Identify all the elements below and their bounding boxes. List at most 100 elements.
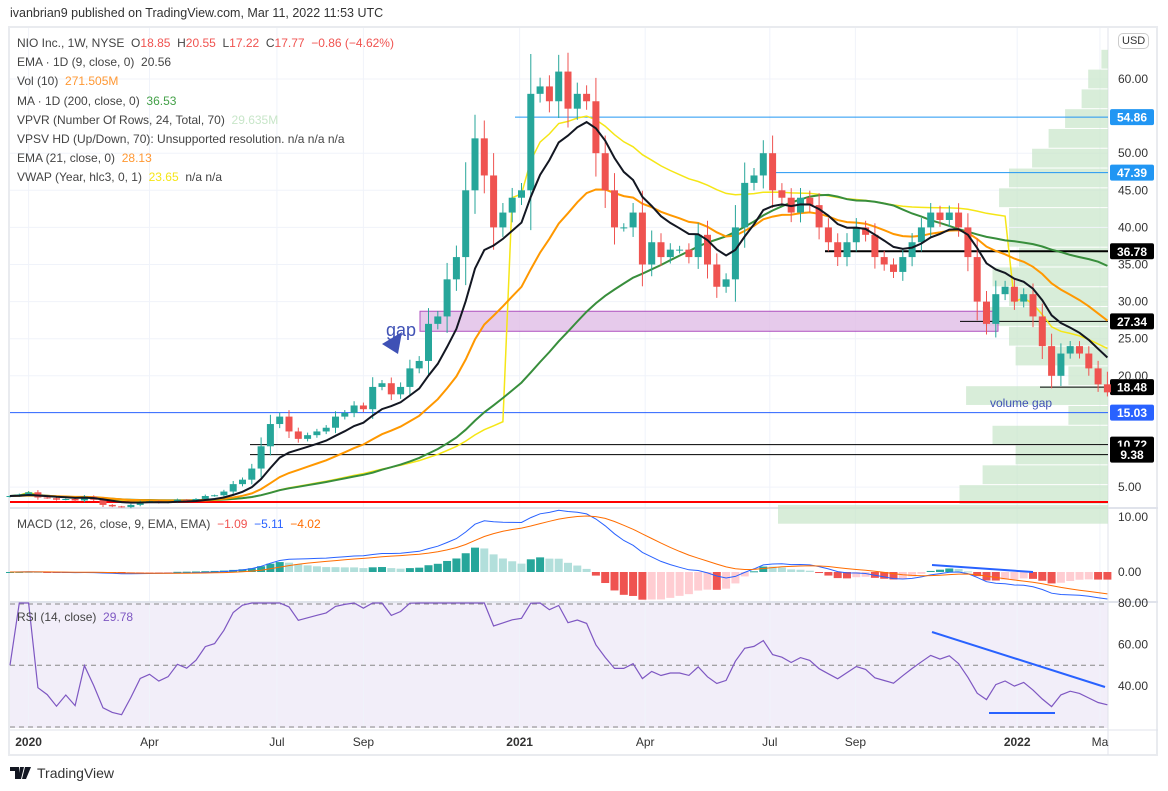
macd-value: −5.11 [254,517,284,531]
ema9-label: EMA · 1D (9, close, 0) [17,55,135,70]
candle-body [741,182,749,228]
footer-brand: TradingView [37,765,115,781]
macd-tick-label: 10.00 [1118,510,1148,524]
price-tick-label: 35.00 [1118,258,1148,272]
macd-histogram-bar [396,568,405,572]
macd-histogram-bar [1010,572,1019,580]
macd-histogram-bar [629,572,638,596]
price-level-label: 15.03 [1117,406,1147,420]
macd-histogram-bar [1075,572,1084,580]
macd-histogram-bar [805,570,814,572]
candle-body [917,227,925,243]
close-value: 17.77 [274,36,305,50]
macd-histogram-bar [657,572,665,600]
macd-histogram-bar [508,561,517,572]
macd-histogram-bar [340,567,349,572]
macd-histogram-bar [452,558,461,572]
candle-body [992,294,1000,324]
legend-vpsv[interactable]: VPSV HD (Up/Down, 70): Unsupported resol… [17,130,394,149]
macd-histogram-bar [564,562,572,572]
macd-histogram-bar [1103,572,1112,580]
ma200-value: 36.53 [146,93,177,108]
candle-body [313,431,321,436]
tradingview-logo[interactable]: TradingView [10,765,114,781]
candle-body [936,212,944,220]
vol-value: 271.505M [65,74,119,89]
candle-body [731,227,739,280]
candle-body [871,234,879,258]
macd-histogram-bar [684,572,693,595]
volume-profile-row [1068,366,1108,386]
legend-vol[interactable]: Vol (10) 271.505M [17,72,394,91]
vol-label: Vol (10) [17,74,59,89]
macd-histogram-bar [796,569,805,572]
rsi-legend[interactable]: RSI (14, close) 29.78 [17,610,133,624]
macd-histogram-bar [1019,572,1028,579]
price-level-label: 27.34 [1117,315,1147,329]
time-tick-label: Apr [140,735,159,749]
candle-body [945,212,953,220]
macd-histogram-bar [424,565,433,572]
candle-body [694,234,702,258]
macd-histogram-bar [498,558,507,572]
price-level-label: 54.86 [1117,111,1147,125]
candle-body [843,242,851,258]
candle-body [1076,346,1083,354]
candle-body [294,431,302,439]
candle-body [239,479,246,485]
macd-histogram-bar [285,562,293,572]
legend-ema9[interactable]: EMA · 1D (9, close, 0) 20.56 [17,53,394,72]
candle-body [620,227,628,229]
candle-body [53,498,60,500]
macd-histogram-bar [322,567,331,572]
macd-histogram-bar [480,548,489,572]
macd-histogram-bar [1066,572,1075,582]
rsi-tick-label: 60.00 [1118,638,1148,652]
candle-body [406,368,414,387]
candle-body [536,86,544,94]
candle-body [638,212,646,265]
candle-body [266,424,274,447]
currency-button[interactable]: USD [1118,33,1150,49]
candle-body [490,175,498,228]
legend-ma200[interactable]: MA · 1D (200, close, 0) 36.53 [17,92,394,111]
macd-histogram-bar [331,567,340,572]
macd-hist-value: −1.09 [217,517,248,531]
candle-body [304,435,312,439]
candle-body [648,242,656,265]
candle-body [555,71,563,102]
rsi-label: RSI (14, close) [17,610,97,624]
legend-ema21[interactable]: EMA (21, close, 0) 28.13 [17,149,394,168]
candle-body [759,153,767,176]
macd-histogram-bar [461,553,470,572]
candle-body [387,383,395,395]
candle-body [1038,316,1046,347]
macd-histogram-bar [666,572,675,598]
candle-body [211,495,219,497]
rsi-tick-label: 80.00 [1118,596,1148,610]
macd-histogram-bar [443,560,452,572]
candle-body [1001,286,1009,295]
macd-histogram-bar [582,568,591,572]
macd-histogram-bar [368,567,377,572]
macd-histogram-bar [387,568,396,572]
macd-histogram-bar [359,568,368,572]
macd-histogram-bar [517,563,526,572]
candle-body [1010,286,1018,302]
rsi-tick-label: 40.00 [1118,679,1148,693]
volume-profile-row [1088,69,1108,89]
macd-histogram-bar [1084,572,1093,580]
candle-body [71,498,79,501]
candle-body [852,227,860,243]
candle-body [955,212,963,228]
candle-body [285,416,293,432]
price-tick-label: 40.00 [1118,220,1148,234]
legend-vwap[interactable]: VWAP (Year, hlc3, 0, 1) 23.65 n/a n/a [17,168,394,187]
macd-histogram-bar [694,572,703,591]
candle-body [62,498,70,500]
macd-legend[interactable]: MACD (12, 26, close, 9, EMA, EMA) −1.09 … [17,517,321,531]
candle-body [1085,353,1093,369]
candle-body [415,360,423,369]
legend-symbol-row[interactable]: NIO Inc., 1W, NYSE O18.85 H20.55 L17.22 … [17,34,394,53]
legend-vpvr[interactable]: VPVR (Number Of Rows, 24, Total, 70) 29.… [17,111,394,130]
